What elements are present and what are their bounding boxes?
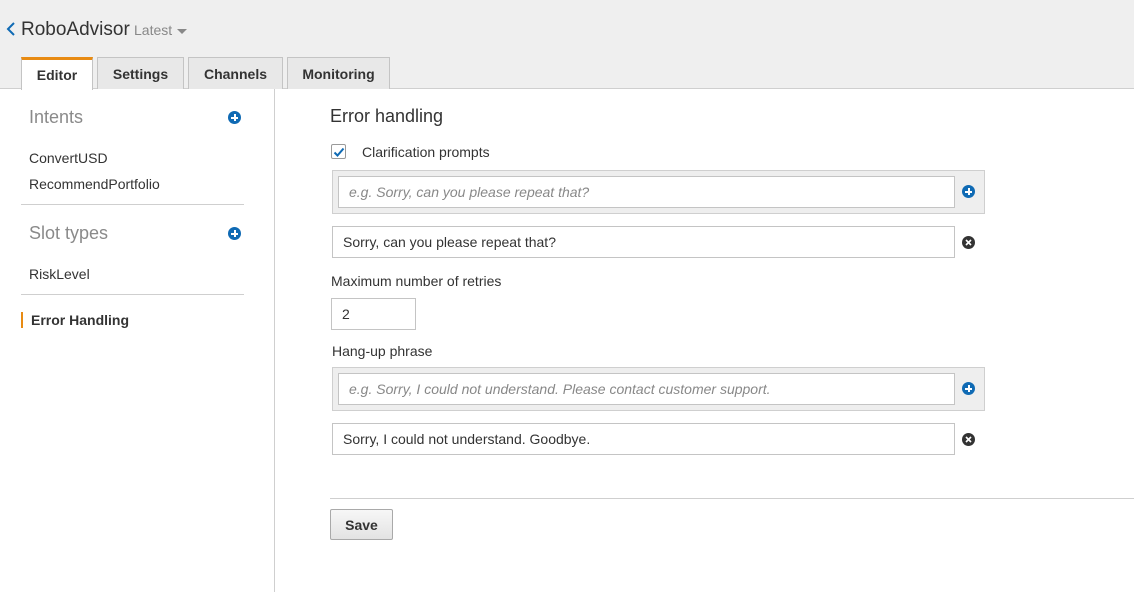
version-dropdown[interactable]: Latest: [134, 22, 188, 38]
sidebar-item-convertusd[interactable]: ConvertUSD: [29, 150, 108, 166]
save-button[interactable]: Save: [330, 509, 393, 540]
main-panel: Error handling Clarification prompts Max…: [276, 89, 1134, 592]
hangup-label: Hang-up phrase: [332, 343, 433, 359]
tab-editor[interactable]: Editor: [21, 57, 93, 90]
add-intent-icon[interactable]: [228, 111, 241, 124]
sidebar: Intents ConvertUSD RecommendPortfolio Sl…: [0, 89, 275, 592]
bot-name: RoboAdvisor: [21, 19, 130, 40]
max-retries-input[interactable]: [331, 298, 416, 330]
hangup-input-well: [332, 367, 985, 411]
intents-title: Intents: [29, 107, 84, 127]
sidebar-divider: [21, 204, 244, 205]
caret-down-icon: [177, 28, 188, 34]
sidebar-item-error-handling[interactable]: Error Handling: [21, 312, 129, 328]
remove-hangup-icon[interactable]: [962, 433, 975, 446]
page-title: Error handling: [330, 106, 444, 126]
tab-settings[interactable]: Settings: [97, 57, 184, 89]
slot-types-title: Slot types: [29, 223, 109, 243]
add-slot-type-icon[interactable]: [228, 227, 241, 240]
sidebar-divider: [21, 294, 244, 295]
version-label: Latest: [134, 22, 173, 38]
add-clarification-icon[interactable]: [962, 185, 975, 198]
clarification-prompt-input[interactable]: [338, 176, 955, 208]
clarification-value-field[interactable]: [332, 226, 955, 258]
clarification-label: Clarification prompts: [362, 144, 490, 160]
tab-bar: Editor Settings Channels Monitoring: [21, 57, 394, 90]
tab-monitoring[interactable]: Monitoring: [287, 57, 390, 89]
remove-clarification-icon[interactable]: [962, 236, 975, 249]
clarification-input-well: [332, 170, 985, 214]
hangup-phrase-input[interactable]: [338, 373, 955, 405]
retries-label: Maximum number of retries: [331, 273, 502, 289]
section-divider: [330, 498, 1134, 499]
hangup-value-field[interactable]: [332, 423, 955, 455]
clarification-checkbox[interactable]: [331, 144, 346, 159]
sidebar-item-risklevel[interactable]: RiskLevel: [29, 266, 90, 282]
tab-channels[interactable]: Channels: [188, 57, 283, 89]
back-chevron-icon[interactable]: [5, 21, 17, 37]
checkmark-icon: [333, 147, 345, 157]
top-bar: RoboAdvisor Latest Editor Settings Chann…: [0, 0, 1134, 90]
sidebar-item-recommendportfolio[interactable]: RecommendPortfolio: [29, 176, 160, 192]
add-hangup-icon[interactable]: [962, 382, 975, 395]
